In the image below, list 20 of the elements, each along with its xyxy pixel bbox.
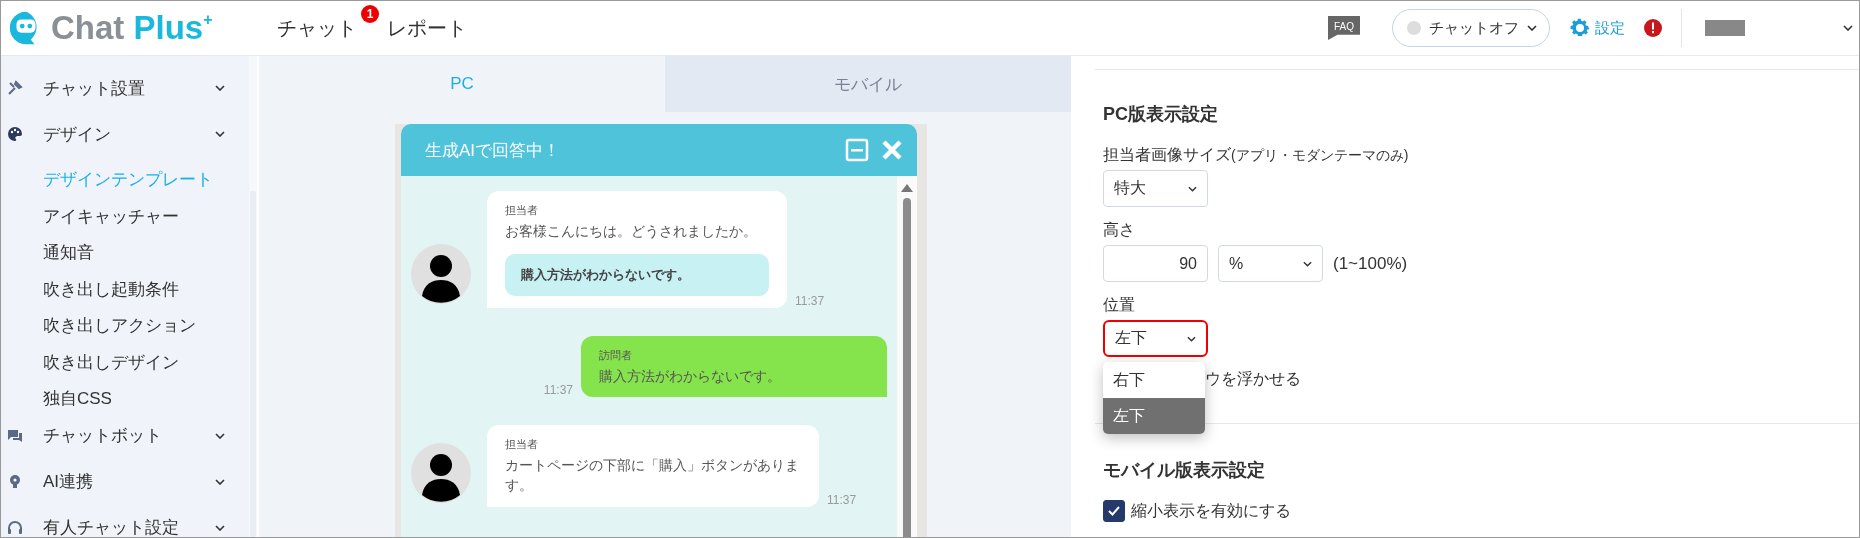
message-time: 11:37: [827, 493, 857, 508]
sender-label: 訪問者: [599, 348, 633, 364]
section-title: モバイル版表示設定: [1103, 459, 1266, 482]
field-label: 担当者画像サイズ(アプリ・モダンテーマのみ): [1103, 145, 1410, 165]
message-text: お客様こんにちは。どうされましたか。: [505, 222, 758, 241]
checkbox-label: ウを浮かせる: [1205, 368, 1301, 389]
notification-badge: 1: [361, 4, 379, 23]
field-label: 高さ: [1103, 220, 1136, 240]
field-label: 位置: [1103, 295, 1136, 315]
section-title: PC版表示設定: [1103, 103, 1219, 126]
message-text: 購入方法がわからないです。: [599, 367, 782, 387]
sender-label: 担当者: [505, 436, 539, 452]
message-text: カートページの下部に「購入」ボタンがあります。: [505, 455, 800, 495]
range-hint: (1~100%): [1333, 253, 1408, 274]
message-time: 11:37: [543, 382, 573, 397]
chat-widget-title: 生成AIで回答中！: [425, 139, 562, 162]
checkbox-label: 縮小表示を有効にする: [1131, 500, 1291, 521]
sender-label: 担当者: [505, 203, 539, 218]
message-time: 11:37: [795, 294, 825, 309]
logo-text: Chat Plus$^{+}$: [51, 9, 213, 47]
